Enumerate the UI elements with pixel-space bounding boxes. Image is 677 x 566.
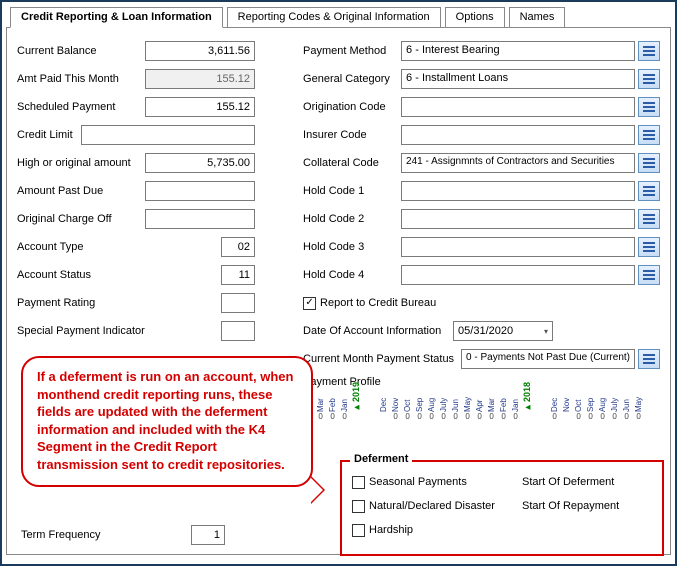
label-current-balance: Current Balance [17,45,145,57]
combo-origination-code[interactable] [401,97,635,117]
date-value: 05/31/2020 [458,325,513,337]
list-icon [642,353,656,365]
label-payment-rating: Payment Rating [17,297,221,309]
lookup-origination-code[interactable] [638,97,660,117]
label-insurer-code: Insurer Code [303,129,401,141]
input-original-charge-off[interactable] [145,209,255,229]
list-icon [642,45,656,57]
label-seasonal: Seasonal Payments [369,476,467,488]
input-term-frequency[interactable] [191,525,225,545]
input-account-type[interactable] [221,237,255,257]
deferment-group: Deferment Seasonal Payments Start Of Def… [340,460,664,556]
label-hold1: Hold Code 1 [303,185,401,197]
input-scheduled-payment[interactable] [145,97,255,117]
tab-reporting-codes[interactable]: Reporting Codes & Original Information [227,7,441,28]
lookup-hold4[interactable] [638,265,660,285]
label-hardship: Hardship [369,524,413,536]
lookup-collateral-code[interactable] [638,153,660,173]
checkbox-seasonal[interactable] [352,476,365,489]
label-payment-method: Payment Method [303,45,401,57]
combo-hold4[interactable] [401,265,635,285]
label-original-charge-off: Original Charge Off [17,213,145,225]
label-account-info-date: Date Of Account Information [303,325,453,337]
checkbox-natural-disaster[interactable] [352,500,365,513]
list-icon [642,213,656,225]
tab-panel: Current Balance Amt Paid This Month Sche… [6,27,671,555]
lookup-payment-method[interactable] [638,41,660,61]
input-account-status[interactable] [221,265,255,285]
datepicker-account-info[interactable]: 05/31/2020 ▾ [453,321,553,341]
combo-general-category[interactable]: 6 - Installment Loans [401,69,635,89]
list-icon [642,101,656,113]
label-natural-disaster: Natural/Declared Disaster [369,500,495,512]
label-start-deferment: Start Of Deferment [522,476,652,488]
chevron-down-icon: ▾ [544,327,548,336]
label-term-frequency: Term Frequency [21,529,191,541]
tab-names[interactable]: Names [509,7,566,28]
label-scheduled-payment: Scheduled Payment [17,101,145,113]
input-current-balance[interactable] [145,41,255,61]
input-payment-rating[interactable] [221,293,255,313]
checkbox-hardship[interactable] [352,524,365,537]
payment-profile: Payment Profile AprMarFebJan▸2019DecNovO… [303,376,660,421]
combo-payment-method[interactable]: 6 - Interest Bearing [401,41,635,61]
input-special-payment[interactable] [221,321,255,341]
label-account-status: Account Status [17,269,221,281]
label-hold2: Hold Code 2 [303,213,401,225]
label-report-bureau: Report to Credit Bureau [320,297,436,309]
right-column: Payment Method 6 - Interest Bearing Gene… [303,40,660,421]
lookup-hold3[interactable] [638,237,660,257]
label-amt-paid: Amt Paid This Month [17,73,145,85]
input-amt-paid [145,69,255,89]
annotation-callout: If a deferment is run on an account, whe… [21,356,313,487]
list-icon [642,241,656,253]
label-collateral-code: Collateral Code [303,157,401,169]
label-credit-limit: Credit Limit [17,129,81,141]
lookup-cm-payment-status[interactable] [638,349,660,369]
label-general-category: General Category [303,73,401,85]
combo-collateral-code[interactable]: 241 - Assignmnts of Contractors and Secu… [401,153,635,173]
label-high-original: High or original amount [17,157,145,169]
label-start-repayment: Start Of Repayment [522,500,652,512]
checkbox-report-bureau[interactable]: ✓ [303,297,316,310]
tab-credit-reporting[interactable]: Credit Reporting & Loan Information [10,7,223,28]
input-high-original[interactable] [145,153,255,173]
label-special-payment: Special Payment Indicator [17,325,221,337]
list-icon [642,129,656,141]
label-cm-payment-status: Current Month Payment Status [303,353,461,365]
list-icon [642,269,656,281]
list-icon [642,73,656,85]
tab-options[interactable]: Options [445,7,505,28]
label-amount-past-due: Amount Past Due [17,185,145,197]
lookup-insurer-code[interactable] [638,125,660,145]
input-credit-limit[interactable] [81,125,255,145]
label-account-type: Account Type [17,241,221,253]
label-origination-code: Origination Code [303,101,401,113]
deferment-legend: Deferment [350,453,412,465]
input-amount-past-due[interactable] [145,181,255,201]
lookup-general-category[interactable] [638,69,660,89]
label-hold4: Hold Code 4 [303,269,401,281]
combo-hold1[interactable] [401,181,635,201]
list-icon [642,185,656,197]
lookup-hold2[interactable] [638,209,660,229]
combo-hold3[interactable] [401,237,635,257]
lookup-hold1[interactable] [638,181,660,201]
combo-hold2[interactable] [401,209,635,229]
combo-cm-payment-status[interactable]: 0 - Payments Not Past Due (Current) [461,349,635,369]
credit-reporting-window: Credit Reporting & Loan Information Repo… [0,0,677,566]
label-hold3: Hold Code 3 [303,241,401,253]
tab-bar: Credit Reporting & Loan Information Repo… [6,6,671,27]
combo-insurer-code[interactable] [401,125,635,145]
list-icon [642,157,656,169]
